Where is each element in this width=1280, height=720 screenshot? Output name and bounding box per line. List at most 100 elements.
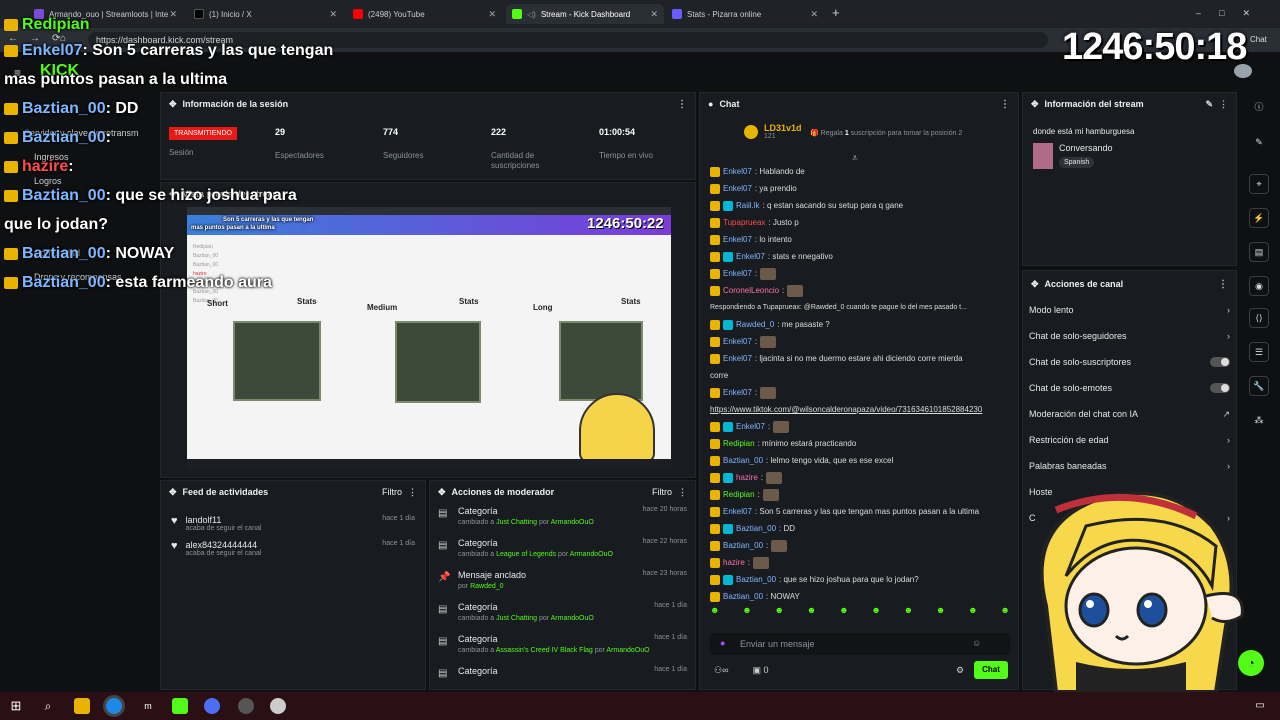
emote-icon[interactable]: ☻ xyxy=(936,605,945,615)
more-options-icon[interactable]: ⋮ xyxy=(678,487,687,498)
chat-username[interactable]: Rawded_0 xyxy=(736,316,774,333)
emote-picker-icon[interactable]: ☺ xyxy=(972,638,981,648)
emote-icon[interactable]: ☻ xyxy=(871,605,880,615)
group-icon[interactable]: ⁂ xyxy=(1249,410,1269,430)
chat-message[interactable]: Baztian_00: xyxy=(710,537,1010,554)
chat-message[interactable]: CoronelLeoncio: xyxy=(710,282,1010,299)
chat-username[interactable]: Raiil.lk xyxy=(736,197,760,214)
discord-icon[interactable] xyxy=(204,698,220,714)
chat-username[interactable]: Redipian xyxy=(723,486,755,503)
close-tab-icon[interactable]: ✕ xyxy=(488,9,496,20)
drag-icon[interactable]: ✥ xyxy=(1031,279,1039,290)
emote-icon[interactable]: ☻ xyxy=(968,605,977,615)
drag-icon[interactable]: ✥ xyxy=(169,487,177,498)
more-options-icon[interactable]: ⋮ xyxy=(408,487,417,498)
chat-message[interactable]: corre xyxy=(710,367,1010,384)
chat-username[interactable]: Enkel07 xyxy=(723,333,752,350)
chat-username[interactable]: hazire xyxy=(723,554,745,571)
chat-message[interactable]: https://www.tiktok.com/@wilsoncalderonap… xyxy=(710,401,1010,418)
chat-username[interactable]: Baztian_00 xyxy=(723,452,763,469)
channel-action-item[interactable]: Moderación del chat con IA ↗ xyxy=(1023,401,1236,427)
mic-icon[interactable]: ● xyxy=(720,638,725,648)
chat-message[interactable]: hazire: xyxy=(710,554,1010,571)
kick-taskbar-icon[interactable] xyxy=(172,698,188,714)
chat-message[interactable]: Raiil.lk: q estan sacando su setup para … xyxy=(710,197,1010,214)
chat-username[interactable]: Enkel07 xyxy=(736,418,765,435)
close-tab-icon[interactable]: ✕ xyxy=(810,9,818,20)
browser-chat-button[interactable]: Chat xyxy=(1250,35,1267,44)
channel-action-item[interactable]: Modo lento › xyxy=(1023,297,1236,323)
chat-message[interactable]: Baztian_00: lelmo tengo vida, que es ese… xyxy=(710,452,1010,469)
profile-avatar[interactable] xyxy=(1234,64,1252,78)
chat-message[interactable]: Tupaprueax: Justo p xyxy=(710,214,1010,231)
chat-username[interactable]: Baztian_00 xyxy=(723,588,763,603)
chat-username[interactable]: Enkel07 xyxy=(723,180,752,197)
more-options-icon[interactable]: ⋮ xyxy=(1218,279,1228,290)
emote-icon[interactable]: ☻ xyxy=(742,605,751,615)
emote-icon[interactable]: ☻ xyxy=(710,605,719,615)
chat-input[interactable]: ● Enviar un mensaje ☺ xyxy=(710,633,1010,655)
pen-icon[interactable]: ✎ xyxy=(1249,132,1269,152)
channel-action-item[interactable]: Palabras baneadas › xyxy=(1023,453,1236,479)
chat-username[interactable]: Redipian xyxy=(723,435,755,452)
channel-action-item[interactable]: Chat de solo-suscriptores xyxy=(1023,349,1236,375)
chat-username[interactable]: Enkel07 xyxy=(723,350,752,367)
new-tab-button[interactable]: + xyxy=(832,5,840,20)
emote-icon[interactable]: ☻ xyxy=(807,605,816,615)
toggle-switch[interactable] xyxy=(1210,383,1230,393)
chat-username[interactable]: Baztian_00 xyxy=(736,571,776,588)
category-name[interactable]: Conversando xyxy=(1059,143,1113,153)
raid-icon[interactable]: ⌖ xyxy=(1249,174,1269,194)
drag-icon[interactable]: ✥ xyxy=(1031,99,1039,110)
gift-cta[interactable]: 🎁 Regala 1 suscripción para tomar la pos… xyxy=(810,129,962,137)
chat-message[interactable]: Redipian: xyxy=(710,486,1010,503)
settings-icon[interactable]: ⚙ xyxy=(956,665,964,676)
chat-username[interactable]: Enkel07 xyxy=(723,163,752,180)
chat-message[interactable]: Baztian_00: que se hizo joshua para que … xyxy=(710,571,1010,588)
chat-message[interactable]: Enkel07: xyxy=(710,418,1010,435)
emote-icon[interactable]: ☻ xyxy=(775,605,784,615)
file-explorer-icon[interactable] xyxy=(74,698,90,714)
chat-message[interactable]: Enkel07: xyxy=(710,384,1010,401)
chat-username[interactable]: CoronelLeoncio xyxy=(723,282,779,299)
more-options-icon[interactable]: ⋮ xyxy=(1000,99,1010,110)
chat-username[interactable]: Enkel07 xyxy=(723,384,752,401)
list-icon[interactable]: ☰ xyxy=(1249,342,1269,362)
chat-username[interactable]: hazire xyxy=(736,469,758,486)
emote-icon[interactable]: ☻ xyxy=(904,605,913,615)
edge-icon[interactable] xyxy=(106,698,122,714)
windows-start-icon[interactable]: ⊞ xyxy=(8,698,24,714)
search-icon[interactable]: ⌕ xyxy=(40,698,56,714)
more-options-icon[interactable]: ⋮ xyxy=(1219,99,1228,110)
channel-action-item[interactable]: Restricción de edad › xyxy=(1023,427,1236,453)
chat-username[interactable]: Enkel07 xyxy=(723,503,752,520)
chat-message[interactable]: Enkel07: ya prendio xyxy=(710,180,1010,197)
chat-username[interactable]: Baztian_00 xyxy=(723,537,763,554)
app-icon[interactable]: m xyxy=(140,698,156,714)
chat-message[interactable]: Redipian: mínimo estará practicando xyxy=(710,435,1010,452)
feed-filter-button[interactable]: Filtro xyxy=(382,487,402,497)
gift-leaderboard[interactable]: LD31v1d 121 xyxy=(744,123,802,140)
chat-bubble-icon[interactable]: ◉ xyxy=(1249,276,1269,296)
chat-username[interactable]: Tupaprueax xyxy=(723,214,765,231)
send-chat-button[interactable]: Chat xyxy=(974,661,1008,679)
chat-message[interactable]: Enkel07: ljacinta si no me duermo estare… xyxy=(710,350,1010,367)
chat-message[interactable]: Baztian_00: NOWAY xyxy=(710,588,1010,603)
emote-icon[interactable]: ☻ xyxy=(1000,605,1009,615)
chat-message[interactable]: Enkel07: Son 5 carreras y las que tengan… xyxy=(710,503,1010,520)
points-icon[interactable]: ⚇∞ xyxy=(714,665,728,676)
tab-pizarra[interactable]: Stats - Pizarra online ✕ xyxy=(666,4,824,24)
speaker-icon[interactable]: ◁) xyxy=(527,10,536,19)
chat-message[interactable]: Enkel07: xyxy=(710,265,1010,282)
app-icon[interactable] xyxy=(270,698,286,714)
chat-message[interactable]: hazire: xyxy=(710,469,1010,486)
chat-username[interactable]: Enkel07 xyxy=(736,248,765,265)
tab-kick-dashboard[interactable]: ◁) Stream - Kick Dashboard ✕ xyxy=(506,4,664,24)
chat-message[interactable]: Rawded_0: me pasaste ? xyxy=(710,316,1010,333)
mod-filter-button[interactable]: Filtro xyxy=(652,487,672,497)
emote-bar[interactable]: ☻ ☻ ☻ ☻ ☻ ☻ ☻ ☻ ☻ ☻ xyxy=(710,605,1010,615)
obs-icon[interactable] xyxy=(238,698,254,714)
gift-icon[interactable]: ▣ 0 xyxy=(752,665,768,676)
emote-icon[interactable]: ☻ xyxy=(839,605,848,615)
wrench-icon[interactable]: 🔧 xyxy=(1249,376,1269,396)
